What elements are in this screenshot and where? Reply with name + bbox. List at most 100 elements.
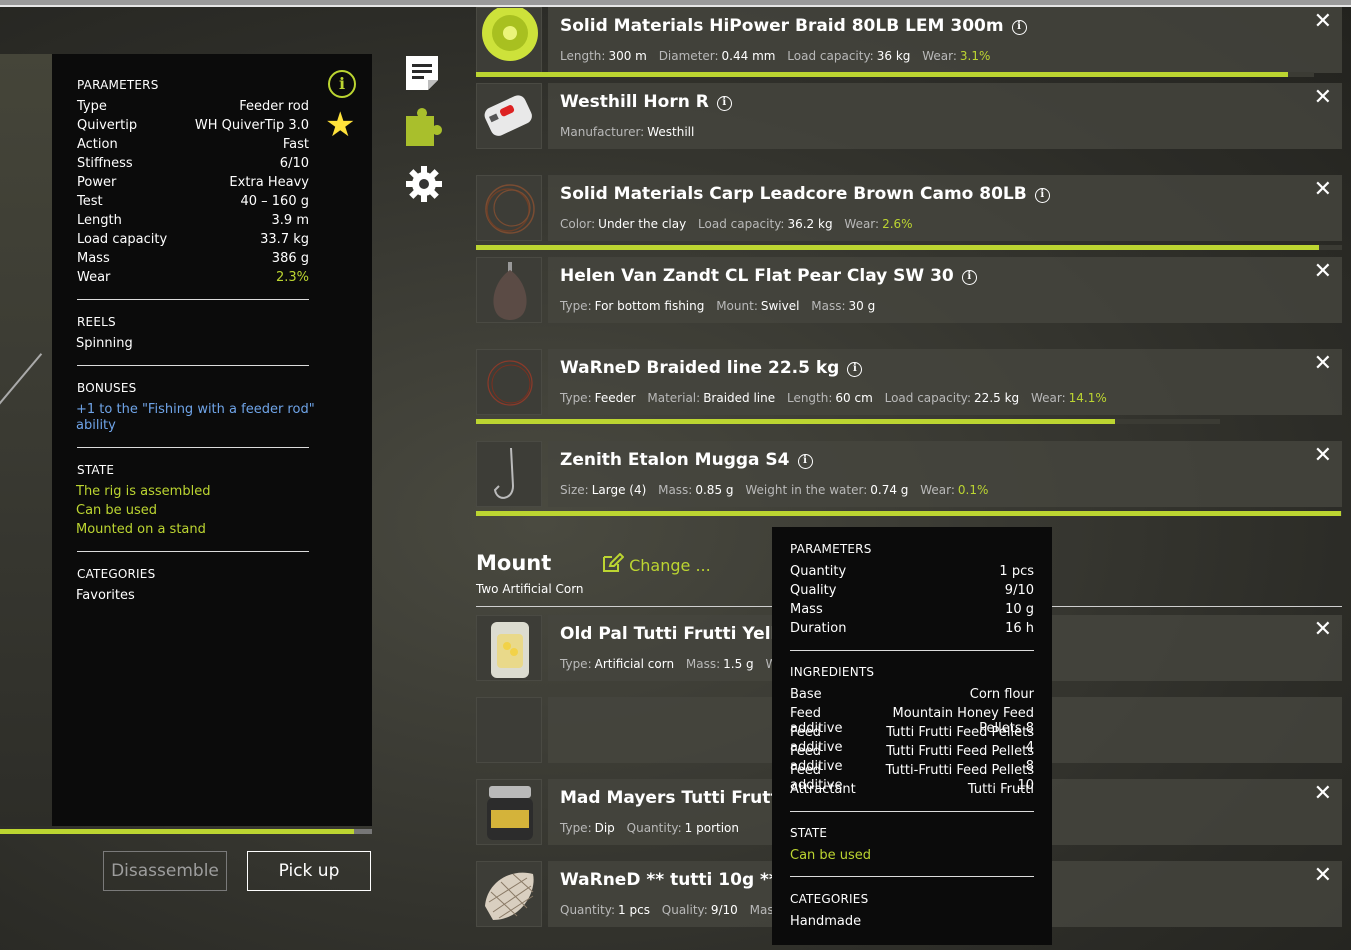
item-info-icon[interactable]: i	[961, 270, 977, 285]
remove-item-button[interactable]: ✕	[1314, 259, 1332, 284]
item-wear-bar	[476, 419, 1220, 424]
state-item: The rig is assembled	[76, 484, 211, 499]
rod-wear-progress-fill	[0, 829, 355, 834]
item-info-icon[interactable]: i	[716, 96, 732, 111]
item-thumbnail	[476, 175, 542, 241]
bonuses-title: BONUSES	[77, 381, 137, 395]
tooltip-state-value: Can be used	[790, 848, 872, 863]
ingredient-row: Attractant Tutti Frutti	[790, 782, 1034, 797]
list-item-sinker[interactable]: Helen Van Zandt CL Flat Pear Clay SW 30 i…	[476, 257, 1342, 323]
item-thumbnail	[476, 349, 542, 415]
list-item-main-line[interactable]: Solid Materials HiPower Braid 80LB LEM 3…	[476, 7, 1342, 73]
divider	[790, 876, 1034, 877]
categories-title: CATEGORIES	[77, 567, 156, 581]
pick-up-button[interactable]: Pick up	[247, 851, 371, 891]
param-row: Load capacity 33.7 kg	[77, 232, 309, 247]
mesh-bag-image	[485, 872, 534, 920]
bonus-line: ability	[76, 418, 116, 433]
item-title: Old Pal Tutti Frutti Yellow	[560, 624, 804, 644]
item-title: Westhill Horn Ri	[560, 92, 732, 112]
document-icon[interactable]	[404, 54, 440, 92]
leadcore-coil-image	[485, 184, 535, 234]
categories-value: Favorites	[76, 588, 135, 603]
puzzle-icon[interactable]	[404, 108, 444, 148]
item-wear-bar-fill	[476, 72, 1289, 77]
item-body: Helen Van Zandt CL Flat Pear Clay SW 30 i…	[548, 257, 1342, 323]
item-info-icon[interactable]: i	[797, 454, 813, 469]
rod-wear-progress	[0, 829, 372, 834]
item-info-icon[interactable]: i	[1034, 188, 1050, 203]
disassemble-button[interactable]: Disassemble	[103, 851, 227, 891]
item-title: Solid Materials HiPower Braid 80LB LEM 3…	[560, 16, 1027, 36]
item-wear-bar-fill	[476, 419, 1116, 424]
item-properties: Type: For bottom fishing Mount: Swivel Mas…	[560, 299, 876, 313]
empty-thumbnail	[476, 697, 542, 763]
item-thumbnail	[476, 83, 542, 149]
item-properties: Quantity: 1 pcs Quality: 9/10 Mass:	[560, 903, 784, 917]
state-item: Can be used	[76, 503, 158, 518]
param-row: Action Fast	[77, 137, 309, 152]
item-thumbnail	[476, 7, 542, 73]
tooltip-param-row: Quality 9/10	[790, 583, 1034, 598]
item-wear-bar	[476, 72, 1314, 77]
tooltip-categories-value: Handmade	[790, 914, 862, 929]
leader-coil-image	[487, 360, 533, 406]
remove-item-button[interactable]: ✕	[1314, 863, 1332, 888]
remove-item-button[interactable]: ✕	[1314, 177, 1332, 202]
divider	[77, 299, 309, 300]
item-thumbnail	[476, 861, 542, 927]
list-item-bite-alarm[interactable]: Westhill Horn Ri Manufacturer: Westhill ✕	[476, 83, 1342, 149]
item-body: Westhill Horn Ri Manufacturer: Westhill ✕	[548, 83, 1342, 149]
artificial-corn-pack-image	[491, 622, 529, 678]
gear-icon[interactable]	[404, 164, 444, 204]
remove-item-button[interactable]: ✕	[1314, 617, 1332, 642]
change-mount-button[interactable]: Change ...	[602, 552, 711, 575]
tooltip-parameters-title: PARAMETERS	[790, 542, 872, 556]
item-thumbnail	[476, 441, 542, 507]
mount-title: Mount	[476, 551, 552, 575]
item-body: WaRneD Braided line 22.5 kg i Type: Feeder…	[548, 349, 1342, 415]
remove-item-button[interactable]: ✕	[1314, 351, 1332, 376]
item-title: Solid Materials Carp Leadcore Brown Camo…	[560, 184, 1050, 204]
item-info-icon[interactable]: i	[1011, 20, 1027, 35]
rod-tip-line	[0, 353, 43, 416]
remove-item-button[interactable]: ✕	[1314, 443, 1332, 468]
divider	[77, 365, 309, 366]
item-properties: Color: Under the clay Load capacity: 36.2 …	[560, 217, 913, 231]
edit-icon	[603, 552, 625, 572]
list-item-hook[interactable]: Zenith Etalon Mugga S4 i Size: Large (4) M…	[476, 441, 1342, 507]
remove-item-button[interactable]: ✕	[1314, 781, 1332, 806]
remove-item-button[interactable]: ✕	[1314, 85, 1332, 110]
reels-value: Spinning	[76, 336, 133, 351]
list-item-leader[interactable]: WaRneD Braided line 22.5 kg i Type: Feeder…	[476, 349, 1342, 415]
info-icon[interactable]: i	[328, 70, 356, 98]
param-row: Test 40 – 160 g	[77, 194, 309, 209]
item-properties: Size: Large (4) Mass: 0.85 g Weight in the…	[560, 483, 989, 497]
param-row-wear: Wear 2.3%	[77, 270, 309, 285]
divider	[790, 811, 1034, 812]
bite-alarm-image	[484, 95, 532, 136]
item-title: Mad Mayers Tutti Frutti	[560, 788, 785, 808]
item-body: Solid Materials HiPower Braid 80LB LEM 3…	[548, 7, 1342, 73]
list-item-leadcore[interactable]: Solid Materials Carp Leadcore Brown Camo…	[476, 175, 1342, 241]
item-thumbnail	[476, 257, 542, 323]
item-wear-bar-fill	[476, 511, 1342, 516]
item-properties: Manufacturer: Westhill	[560, 125, 695, 139]
tooltip-state-title: STATE	[790, 826, 828, 840]
hook-image	[493, 447, 515, 499]
item-thumbnail	[476, 615, 542, 681]
item-info-icon[interactable]: i	[847, 362, 863, 377]
item-title: WaRneD Braided line 22.5 kg i	[560, 358, 863, 378]
item-properties: Type:Artificial corn Mass:1.5 g Wei	[560, 657, 787, 671]
scene-background	[0, 54, 52, 826]
item-properties: Length: 300 m Diameter: 0.44 mm Load capac…	[560, 49, 991, 63]
item-wear-bar-fill	[476, 245, 1320, 250]
sinker-image	[493, 262, 527, 320]
dip-jar-image	[487, 786, 533, 840]
item-body: Zenith Etalon Mugga S4 i Size: Large (4) M…	[548, 441, 1342, 507]
item-title: Zenith Etalon Mugga S4 i	[560, 450, 813, 470]
remove-item-button[interactable]: ✕	[1314, 9, 1332, 34]
favorite-star-icon[interactable]: ★	[325, 108, 355, 142]
param-row: Stiffness 6/10	[77, 156, 309, 171]
bonus-line: +1 to the "Fishing with a feeder rod"	[76, 402, 315, 417]
